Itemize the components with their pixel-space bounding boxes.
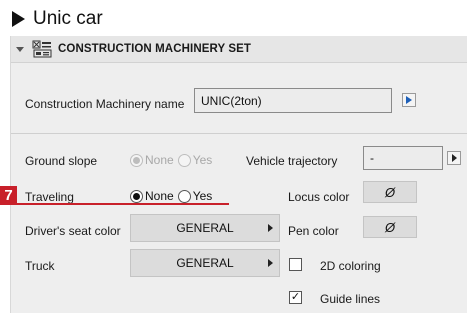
guide-lines-checkbox[interactable]: ✓: [289, 291, 302, 304]
section-heading-label: Unic car: [33, 8, 103, 29]
vehicle-trajectory-value: -: [370, 151, 374, 165]
drivers-seat-color-value: GENERAL: [176, 221, 234, 235]
machinery-name-value: UNIC(2ton): [201, 93, 262, 108]
collapse-arrow-icon[interactable]: [16, 46, 24, 52]
locus-color-label: Locus color: [288, 190, 350, 204]
machinery-name-label: Construction Machinery name: [25, 97, 185, 111]
radio-circle: [177, 189, 191, 203]
locus-color-button[interactable]: Ø: [363, 181, 417, 203]
truck-value: GENERAL: [176, 256, 234, 270]
machinery-name-browse-button[interactable]: [402, 93, 416, 107]
expand-triangle-icon: [12, 11, 25, 27]
truck-label: Truck: [25, 259, 55, 273]
radio-circle: [130, 153, 143, 167]
machinery-name-field[interactable]: UNIC(2ton): [194, 88, 392, 113]
dropdown-arrow-icon: [268, 224, 273, 232]
2d-coloring-checkbox[interactable]: [289, 258, 302, 271]
traveling-label: Traveling: [25, 190, 74, 204]
panel-title: CONSTRUCTION MACHINERY SET: [58, 43, 251, 55]
radio-circle: [130, 189, 143, 203]
ground-slope-none-label: None: [145, 153, 174, 167]
checkmark-icon: ✓: [290, 291, 301, 303]
ground-slope-none-radio[interactable]: None: [130, 153, 174, 167]
truck-dropdown[interactable]: GENERAL: [130, 249, 280, 277]
2d-coloring-label: 2D coloring: [320, 259, 381, 273]
traveling-radio-group: None Yes: [130, 189, 216, 203]
ground-slope-radio-group: None Yes: [130, 153, 216, 167]
vehicle-trajectory-browse-button[interactable]: [447, 151, 461, 165]
play-arrow-icon: [451, 154, 457, 162]
pen-color-label: Pen color: [288, 224, 339, 238]
traveling-none-radio[interactable]: None: [130, 189, 174, 203]
pen-color-button[interactable]: Ø: [363, 216, 417, 238]
drivers-seat-color-dropdown[interactable]: GENERAL: [130, 214, 280, 242]
construction-machinery-panel: CONSTRUCTION MACHINERY SET Construction …: [10, 36, 467, 313]
empty-set-icon: Ø: [384, 184, 396, 200]
traveling-none-label: None: [145, 189, 174, 203]
ground-slope-label: Ground slope: [25, 154, 98, 168]
traveling-yes-label: Yes: [192, 189, 213, 203]
vehicle-trajectory-label: Vehicle trajectory: [246, 154, 338, 168]
vehicle-trajectory-field[interactable]: -: [363, 146, 443, 170]
dropdown-arrow-icon: [268, 259, 273, 267]
radio-circle: [177, 153, 191, 167]
machinery-set-icon: [32, 40, 52, 58]
callout-badge: 7: [0, 186, 17, 205]
panel-header[interactable]: CONSTRUCTION MACHINERY SET: [11, 36, 467, 63]
divider: [11, 133, 467, 134]
play-arrow-icon: [406, 96, 412, 104]
callout-highlight-line: [17, 203, 229, 205]
traveling-yes-radio[interactable]: Yes: [177, 189, 213, 203]
ground-slope-yes-label: Yes: [192, 153, 213, 167]
drivers-seat-color-label: Driver's seat color: [25, 224, 121, 238]
ground-slope-yes-radio[interactable]: Yes: [177, 153, 213, 167]
guide-lines-label: Guide lines: [320, 292, 381, 306]
section-heading: Unic car: [12, 6, 103, 32]
empty-set-icon: Ø: [384, 219, 396, 235]
